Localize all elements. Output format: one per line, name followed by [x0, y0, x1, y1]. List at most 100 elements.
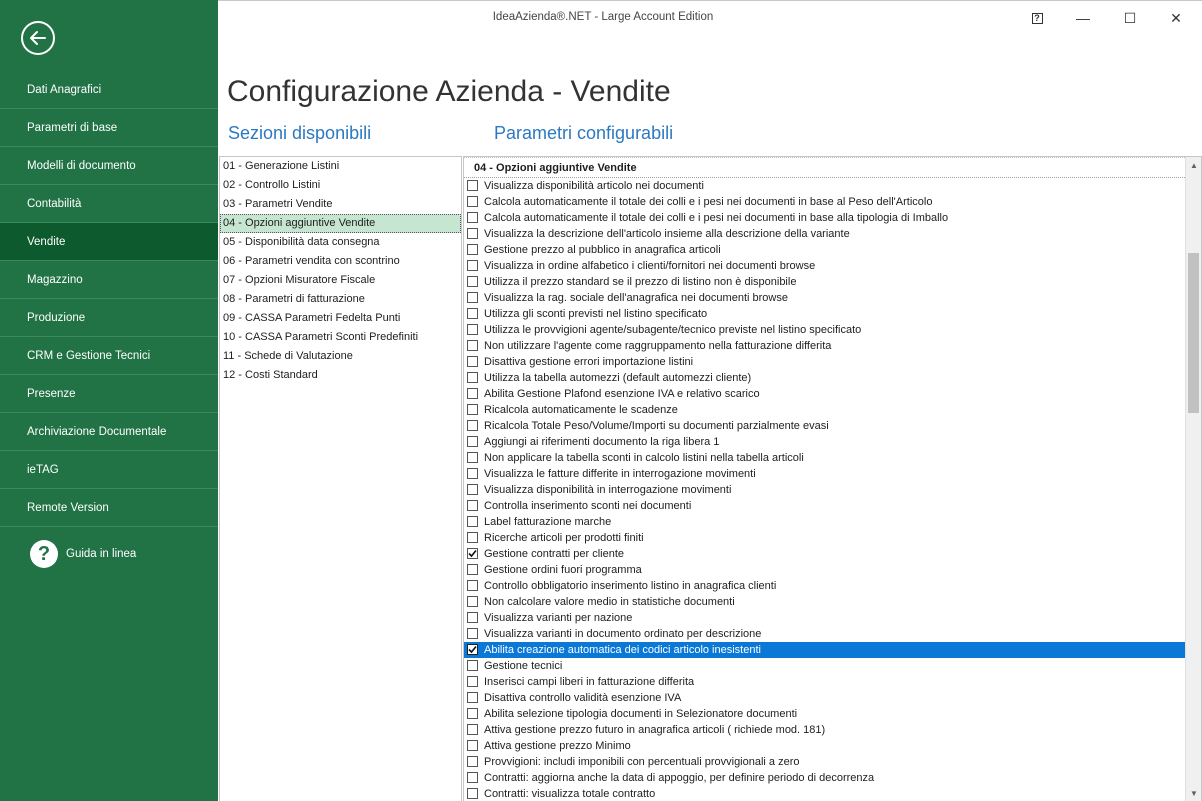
- param-checkbox[interactable]: [467, 292, 478, 303]
- param-row[interactable]: Disattiva gestione errori importazione l…: [464, 354, 1185, 370]
- sidebar-item-modelli-di-documento[interactable]: Modelli di documento: [0, 147, 218, 185]
- param-row[interactable]: Contratti: visualizza totale contratto: [464, 786, 1185, 801]
- scroll-down-icon[interactable]: ▼: [1186, 785, 1201, 801]
- param-row[interactable]: Non applicare la tabella sconti in calco…: [464, 450, 1185, 466]
- param-row[interactable]: Utilizza le provvigioni agente/subagente…: [464, 322, 1185, 338]
- param-row[interactable]: Label fatturazione marche: [464, 514, 1185, 530]
- param-checkbox[interactable]: [467, 628, 478, 639]
- param-row[interactable]: Attiva gestione prezzo Minimo: [464, 738, 1185, 754]
- sidebar-item-contabilita[interactable]: Contabilità: [0, 185, 218, 223]
- param-checkbox[interactable]: [467, 452, 478, 463]
- param-checkbox[interactable]: [467, 212, 478, 223]
- sidebar-item-ietag[interactable]: ieTAG: [0, 451, 218, 489]
- section-item[interactable]: 11 - Schede di Valutazione: [220, 347, 461, 366]
- param-row[interactable]: Abilita selezione tipologia documenti in…: [464, 706, 1185, 722]
- section-item[interactable]: 03 - Parametri Vendite: [220, 195, 461, 214]
- section-item[interactable]: 07 - Opzioni Misuratore Fiscale: [220, 271, 461, 290]
- param-checkbox[interactable]: [467, 708, 478, 719]
- param-checkbox[interactable]: [467, 404, 478, 415]
- param-checkbox[interactable]: [467, 724, 478, 735]
- param-checkbox[interactable]: [467, 388, 478, 399]
- param-row[interactable]: Controlla inserimento sconti nei documen…: [464, 498, 1185, 514]
- param-checkbox[interactable]: [467, 516, 478, 527]
- help-window-button[interactable]: ?: [1021, 5, 1053, 31]
- minimize-button[interactable]: —: [1067, 5, 1099, 31]
- sidebar-item-crm-e-gestione-tecnici[interactable]: CRM e Gestione Tecnici: [0, 337, 218, 375]
- param-row[interactable]: Visualizza in ordine alfabetico i client…: [464, 258, 1185, 274]
- param-row[interactable]: Utilizza la tabella automezzi (default a…: [464, 370, 1185, 386]
- param-row[interactable]: Gestione contratti per cliente: [464, 546, 1185, 562]
- section-item[interactable]: 05 - Disponibilità data consegna: [220, 233, 461, 252]
- param-checkbox[interactable]: [467, 596, 478, 607]
- section-item[interactable]: 04 - Opzioni aggiuntive Vendite: [220, 214, 461, 233]
- param-checkbox[interactable]: [467, 228, 478, 239]
- param-row[interactable]: Visualizza disponibilità in interrogazio…: [464, 482, 1185, 498]
- param-checkbox[interactable]: [467, 612, 478, 623]
- section-item[interactable]: 02 - Controllo Listini: [220, 176, 461, 195]
- param-checkbox[interactable]: [467, 260, 478, 271]
- param-checkbox[interactable]: [467, 356, 478, 367]
- param-row[interactable]: Ricalcola Totale Peso/Volume/Importi su …: [464, 418, 1185, 434]
- param-checkbox[interactable]: [467, 580, 478, 591]
- param-row[interactable]: Visualizza le fatture differite in inter…: [464, 466, 1185, 482]
- param-row[interactable]: Gestione ordini fuori programma: [464, 562, 1185, 578]
- param-row[interactable]: Ricerche articoli per prodotti finiti: [464, 530, 1185, 546]
- param-checkbox[interactable]: [467, 548, 478, 559]
- param-checkbox[interactable]: [467, 308, 478, 319]
- close-button[interactable]: ✕: [1160, 5, 1192, 31]
- param-checkbox[interactable]: [467, 740, 478, 751]
- param-row[interactable]: Controllo obbligatorio inserimento listi…: [464, 578, 1185, 594]
- param-row[interactable]: Visualizza la rag. sociale dell'anagrafi…: [464, 290, 1185, 306]
- param-checkbox[interactable]: [467, 532, 478, 543]
- param-checkbox[interactable]: [467, 756, 478, 767]
- param-checkbox[interactable]: [467, 420, 478, 431]
- scroll-up-icon[interactable]: ▲: [1186, 157, 1201, 173]
- section-item[interactable]: 08 - Parametri di fatturazione: [220, 290, 461, 309]
- param-row[interactable]: Disattiva controllo validità esenzione I…: [464, 690, 1185, 706]
- param-row[interactable]: Visualizza la descrizione dell'articolo …: [464, 226, 1185, 242]
- param-row[interactable]: Gestione prezzo al pubblico in anagrafic…: [464, 242, 1185, 258]
- sidebar-item-parametri-di-base[interactable]: Parametri di base: [0, 109, 218, 147]
- param-checkbox[interactable]: [467, 564, 478, 575]
- param-checkbox[interactable]: [467, 644, 478, 655]
- back-button[interactable]: [21, 21, 55, 55]
- param-row[interactable]: Visualizza varianti per nazione: [464, 610, 1185, 626]
- param-checkbox[interactable]: [467, 324, 478, 335]
- param-row[interactable]: Gestione tecnici: [464, 658, 1185, 674]
- param-checkbox[interactable]: [467, 500, 478, 511]
- sidebar-item-dati-anagrafici[interactable]: Dati Anagrafici: [0, 71, 218, 109]
- sidebar-item-remote-version[interactable]: Remote Version: [0, 489, 218, 527]
- param-checkbox[interactable]: [467, 372, 478, 383]
- param-checkbox[interactable]: [467, 692, 478, 703]
- sidebar-item-vendite[interactable]: Vendite: [0, 223, 218, 261]
- param-row[interactable]: Aggiungi ai riferimenti documento la rig…: [464, 434, 1185, 450]
- param-row[interactable]: Visualizza disponibilità articolo nei do…: [464, 178, 1185, 194]
- param-row[interactable]: Inserisci campi liberi in fatturazione d…: [464, 674, 1185, 690]
- param-checkbox[interactable]: [467, 484, 478, 495]
- param-checkbox[interactable]: [467, 468, 478, 479]
- param-checkbox[interactable]: [467, 788, 478, 799]
- param-checkbox[interactable]: [467, 436, 478, 447]
- sidebar-item-presenze[interactable]: Presenze: [0, 375, 218, 413]
- section-item[interactable]: 06 - Parametri vendita con scontrino: [220, 252, 461, 271]
- param-row[interactable]: Non utilizzare l'agente come raggruppame…: [464, 338, 1185, 354]
- param-row[interactable]: Utilizza il prezzo standard se il prezzo…: [464, 274, 1185, 290]
- param-row[interactable]: Abilita creazione automatica dei codici …: [464, 642, 1185, 658]
- param-checkbox[interactable]: [467, 676, 478, 687]
- param-checkbox[interactable]: [467, 196, 478, 207]
- param-row[interactable]: Contratti: aggiorna anche la data di app…: [464, 770, 1185, 786]
- maximize-button[interactable]: ☐: [1114, 5, 1146, 31]
- param-row[interactable]: Utilizza gli sconti previsti nel listino…: [464, 306, 1185, 322]
- param-checkbox[interactable]: [467, 180, 478, 191]
- param-checkbox[interactable]: [467, 276, 478, 287]
- param-checkbox[interactable]: [467, 660, 478, 671]
- section-item[interactable]: 10 - CASSA Parametri Sconti Predefiniti: [220, 328, 461, 347]
- sidebar-item-produzione[interactable]: Produzione: [0, 299, 218, 337]
- param-row[interactable]: Abilita Gestione Plafond esenzione IVA e…: [464, 386, 1185, 402]
- help-link[interactable]: ? Guida in linea: [30, 539, 136, 569]
- param-row[interactable]: Ricalcola automaticamente le scadenze: [464, 402, 1185, 418]
- param-checkbox[interactable]: [467, 340, 478, 351]
- section-item[interactable]: 12 - Costi Standard: [220, 366, 461, 385]
- vertical-scrollbar[interactable]: ▲ ▼: [1185, 157, 1201, 801]
- param-row[interactable]: Provvigioni: includi imponibili con perc…: [464, 754, 1185, 770]
